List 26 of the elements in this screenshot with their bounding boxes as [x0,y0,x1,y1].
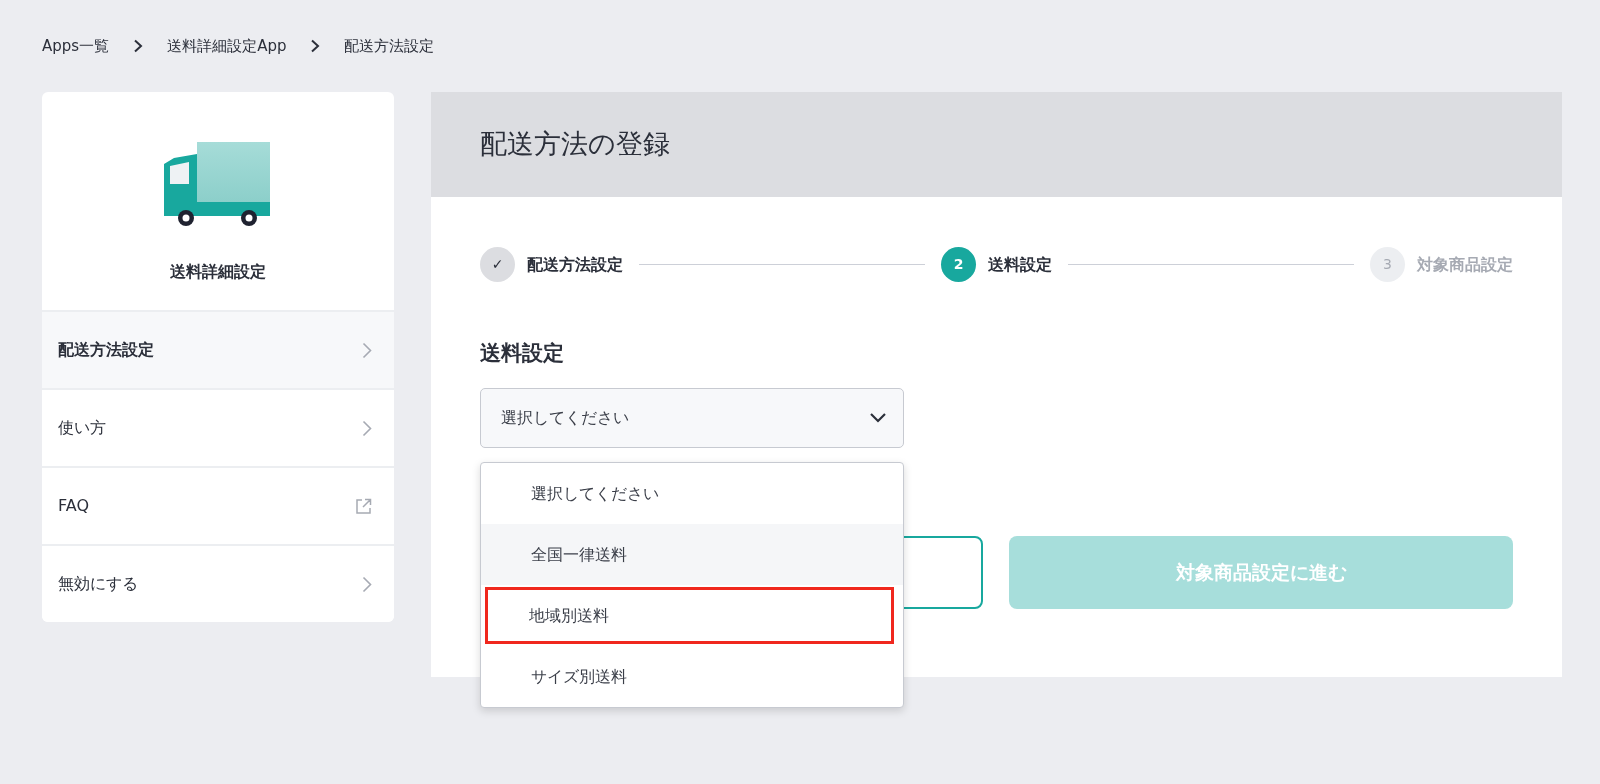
dropdown-option[interactable]: 選択してください [481,463,903,524]
section-title: 送料設定 [480,340,565,367]
step-label: 配送方法設定 [527,253,623,276]
breadcrumb-link[interactable]: Apps一覧 [42,34,110,58]
step-marker: ✓ [480,247,515,282]
chevron-icon [133,39,144,53]
select-field[interactable]: 選択してください [480,387,904,448]
external-link-icon [355,497,372,515]
step-label: 送料設定 [988,253,1052,276]
sidebar-item[interactable]: 配送方法設定 [42,310,394,388]
dropdown-option[interactable]: サイズ別送料 [481,646,903,707]
chevron-icon [362,575,372,593]
page-title: 配送方法の登録 [480,127,670,162]
breadcrumb-link[interactable]: 配送方法設定 [344,34,435,58]
chevron-icon [310,39,321,53]
sidebar-item[interactable]: 無効にする [42,544,394,622]
chevron-icon [362,419,372,437]
breadcrumb-link[interactable]: 送料詳細設定App [167,34,287,58]
dropdown-option[interactable]: 地域別送料 [483,585,896,646]
step-marker: 3 [1370,247,1405,282]
step-marker: 2 [941,247,976,282]
dropdown-option[interactable]: 全国一律送料 [481,524,903,585]
truck-icon [164,142,272,226]
chevron-icon [362,341,372,359]
step-label: 対象商品設定 [1417,253,1513,276]
app-name: 送料詳細設定 [170,261,266,283]
